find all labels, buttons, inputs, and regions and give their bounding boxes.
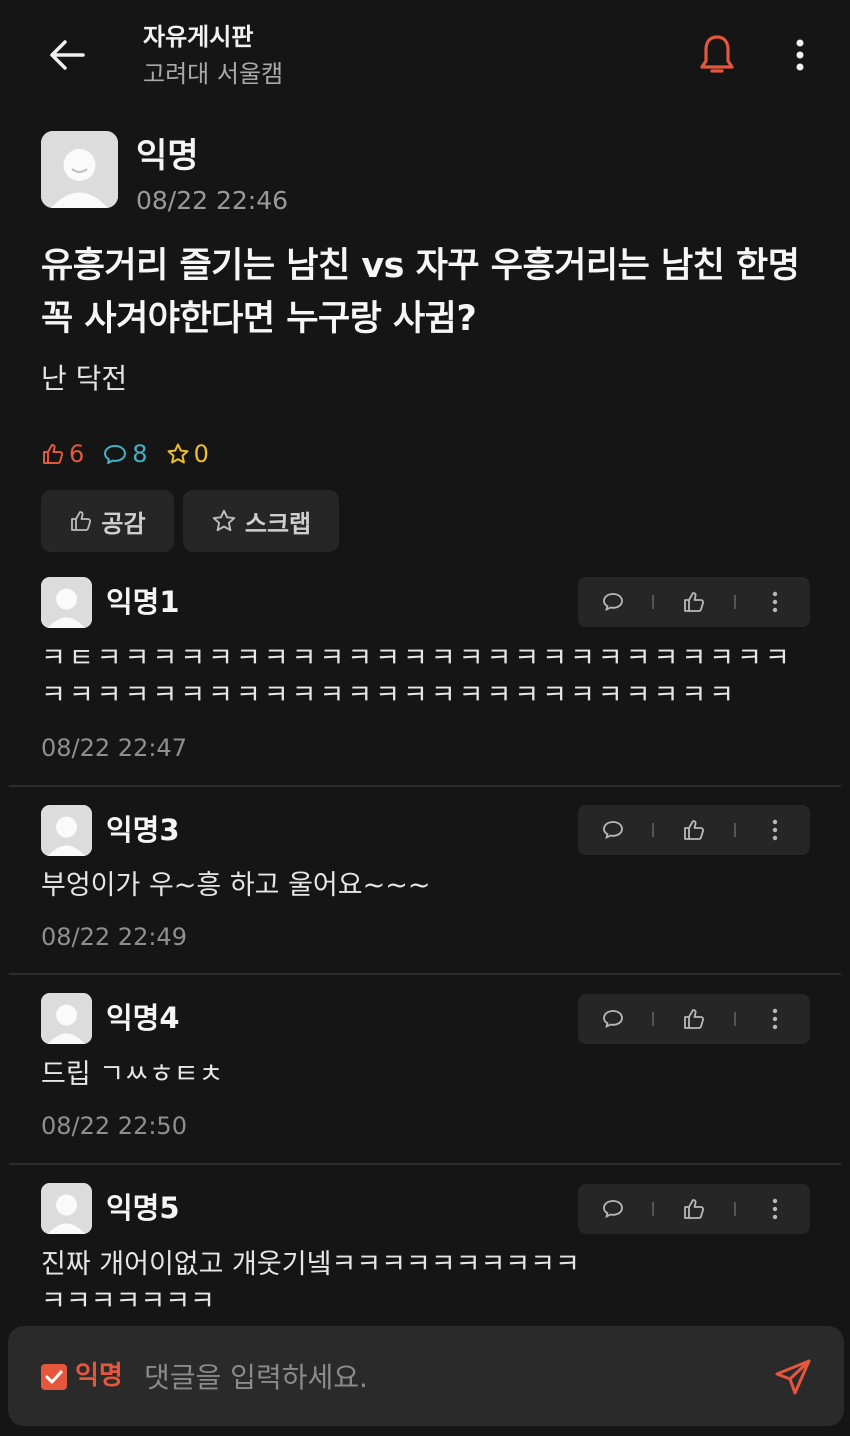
like-button[interactable]: 공감 — [41, 490, 174, 552]
board-title-block: 자유게시판 고려대 서울캠 — [143, 20, 283, 92]
comment-input[interactable] — [144, 1352, 744, 1402]
thumbs-up-icon — [43, 444, 64, 464]
toolbar-divider — [652, 1202, 655, 1216]
post-timestamp: 08/22 22:46 — [136, 186, 289, 215]
post-stats: 6 8 0 — [41, 436, 227, 472]
comment-author: 익명1 — [106, 585, 180, 619]
default-profile-icon — [41, 577, 92, 628]
like-count-value: 6 — [69, 440, 85, 468]
avatar — [41, 993, 92, 1044]
comment-divider — [9, 785, 841, 787]
comment-text: ㅋㅌㅋㅋㅋㅋㅋㅋㅋㅋㅋㅋㅋㅋㅋㅋㅋㅋㅋㅋㅋㅋㅋㅋㅋㅋㅋㅋㅋㅋㅋㅋㅋㅋㅋㅋㅋㅋㅋㅋ… — [41, 643, 793, 711]
speech-bubble-icon — [602, 1200, 623, 1219]
thumbs-up-icon — [684, 820, 705, 840]
comment-count-value: 8 — [132, 440, 148, 468]
toolbar-divider — [733, 1202, 736, 1216]
toolbar-divider — [652, 823, 655, 837]
notification-button[interactable] — [694, 30, 740, 80]
reply-button[interactable] — [583, 994, 643, 1044]
comment-more-button[interactable] — [745, 805, 805, 855]
comment-like-button[interactable] — [664, 994, 724, 1044]
bell-icon — [700, 35, 734, 73]
more-vertical-icon — [796, 39, 804, 71]
avatar — [41, 577, 92, 628]
comment-input-bar: 익명 — [8, 1326, 844, 1426]
comment-timestamp: 08/22 22:50 — [41, 1112, 187, 1140]
scrap-button-label: 스크랩 — [244, 509, 312, 538]
send-icon — [775, 1359, 811, 1395]
speech-bubble-icon — [104, 445, 127, 464]
comment-text: 진짜 개어이없고 개웃기넼ㅋㅋㅋㅋㅋㅋㅋㅋㅋㅋㅋㅋㅋㅋㅋㅋㅋ — [41, 1249, 580, 1314]
post-author: 익명 — [136, 136, 199, 176]
app-header: 자유게시판 고려대 서울캠 — [0, 0, 850, 110]
board-subtitle: 고려대 서울캠 — [143, 60, 284, 88]
thumbs-up-icon — [71, 511, 92, 531]
comment-toolbar — [578, 1184, 810, 1234]
speech-bubble-icon — [602, 1010, 623, 1029]
comment-author: 익명3 — [106, 813, 180, 847]
comment-text: 부엉이가 우~흥 하고 울어요~~~ — [41, 870, 431, 901]
toolbar-divider — [733, 823, 736, 837]
comment-more-button[interactable] — [745, 1184, 805, 1234]
more-vertical-icon — [772, 819, 778, 841]
comment-toolbar — [578, 577, 810, 627]
like-button-label: 공감 — [101, 509, 146, 538]
comment-count: 8 — [102, 436, 148, 472]
reply-button[interactable] — [583, 1184, 643, 1234]
board-title: 자유게시판 — [143, 23, 254, 51]
back-button[interactable] — [42, 30, 92, 80]
default-profile-icon — [41, 131, 118, 208]
toolbar-divider — [652, 1012, 655, 1026]
comment-divider — [9, 973, 841, 975]
avatar — [41, 131, 118, 208]
thumbs-up-icon — [684, 592, 705, 612]
comment-like-button[interactable] — [664, 1184, 724, 1234]
reply-button[interactable] — [583, 577, 643, 627]
send-button[interactable] — [768, 1352, 818, 1402]
arrow-left-icon — [50, 40, 85, 70]
like-count: 6 — [41, 436, 84, 472]
default-profile-icon — [41, 805, 92, 856]
comment-more-button[interactable] — [745, 577, 805, 627]
default-profile-icon — [41, 1183, 92, 1234]
anonymous-checkbox[interactable] — [41, 1364, 67, 1390]
scrap-count: 0 — [166, 436, 209, 472]
comment-toolbar — [578, 805, 810, 855]
scrap-button[interactable]: 스크랩 — [183, 490, 339, 552]
more-vertical-icon — [772, 1198, 778, 1220]
avatar — [41, 805, 92, 856]
speech-bubble-icon — [602, 593, 623, 612]
default-profile-icon — [41, 993, 92, 1044]
more-options-button[interactable] — [785, 30, 815, 80]
comment-divider — [9, 1163, 841, 1165]
star-icon — [212, 509, 236, 532]
thumbs-up-icon — [684, 1199, 705, 1219]
checkmark-icon — [45, 1370, 63, 1384]
toolbar-divider — [733, 595, 736, 609]
more-vertical-icon — [772, 591, 778, 613]
toolbar-divider — [652, 595, 655, 609]
comment-text: 드립 ㄱㅆㅎㅌㅊ — [41, 1059, 224, 1090]
comment-like-button[interactable] — [664, 577, 724, 627]
comment-more-button[interactable] — [745, 994, 805, 1044]
post-body: 난 닥전 — [41, 362, 128, 395]
comment-like-button[interactable] — [664, 805, 724, 855]
more-vertical-icon — [772, 1008, 778, 1030]
reply-button[interactable] — [583, 805, 643, 855]
toolbar-divider — [733, 1012, 736, 1026]
anonymous-label: 익명 — [75, 1361, 123, 1391]
comment-author: 익명5 — [106, 1191, 180, 1225]
comment-author: 익명4 — [106, 1001, 180, 1035]
comment-toolbar — [578, 994, 810, 1044]
scrap-count-value: 0 — [193, 440, 209, 468]
star-icon — [167, 443, 189, 464]
avatar — [41, 1183, 92, 1234]
speech-bubble-icon — [602, 821, 623, 840]
comment-timestamp: 08/22 22:47 — [41, 734, 187, 762]
thumbs-up-icon — [684, 1009, 705, 1029]
post-title: 유흥거리 즐기는 남친 vs 자꾸 우흥거리는 남친 한명 꼭 사겨야한다면 누… — [41, 246, 800, 339]
comment-timestamp: 08/22 22:49 — [41, 923, 187, 951]
